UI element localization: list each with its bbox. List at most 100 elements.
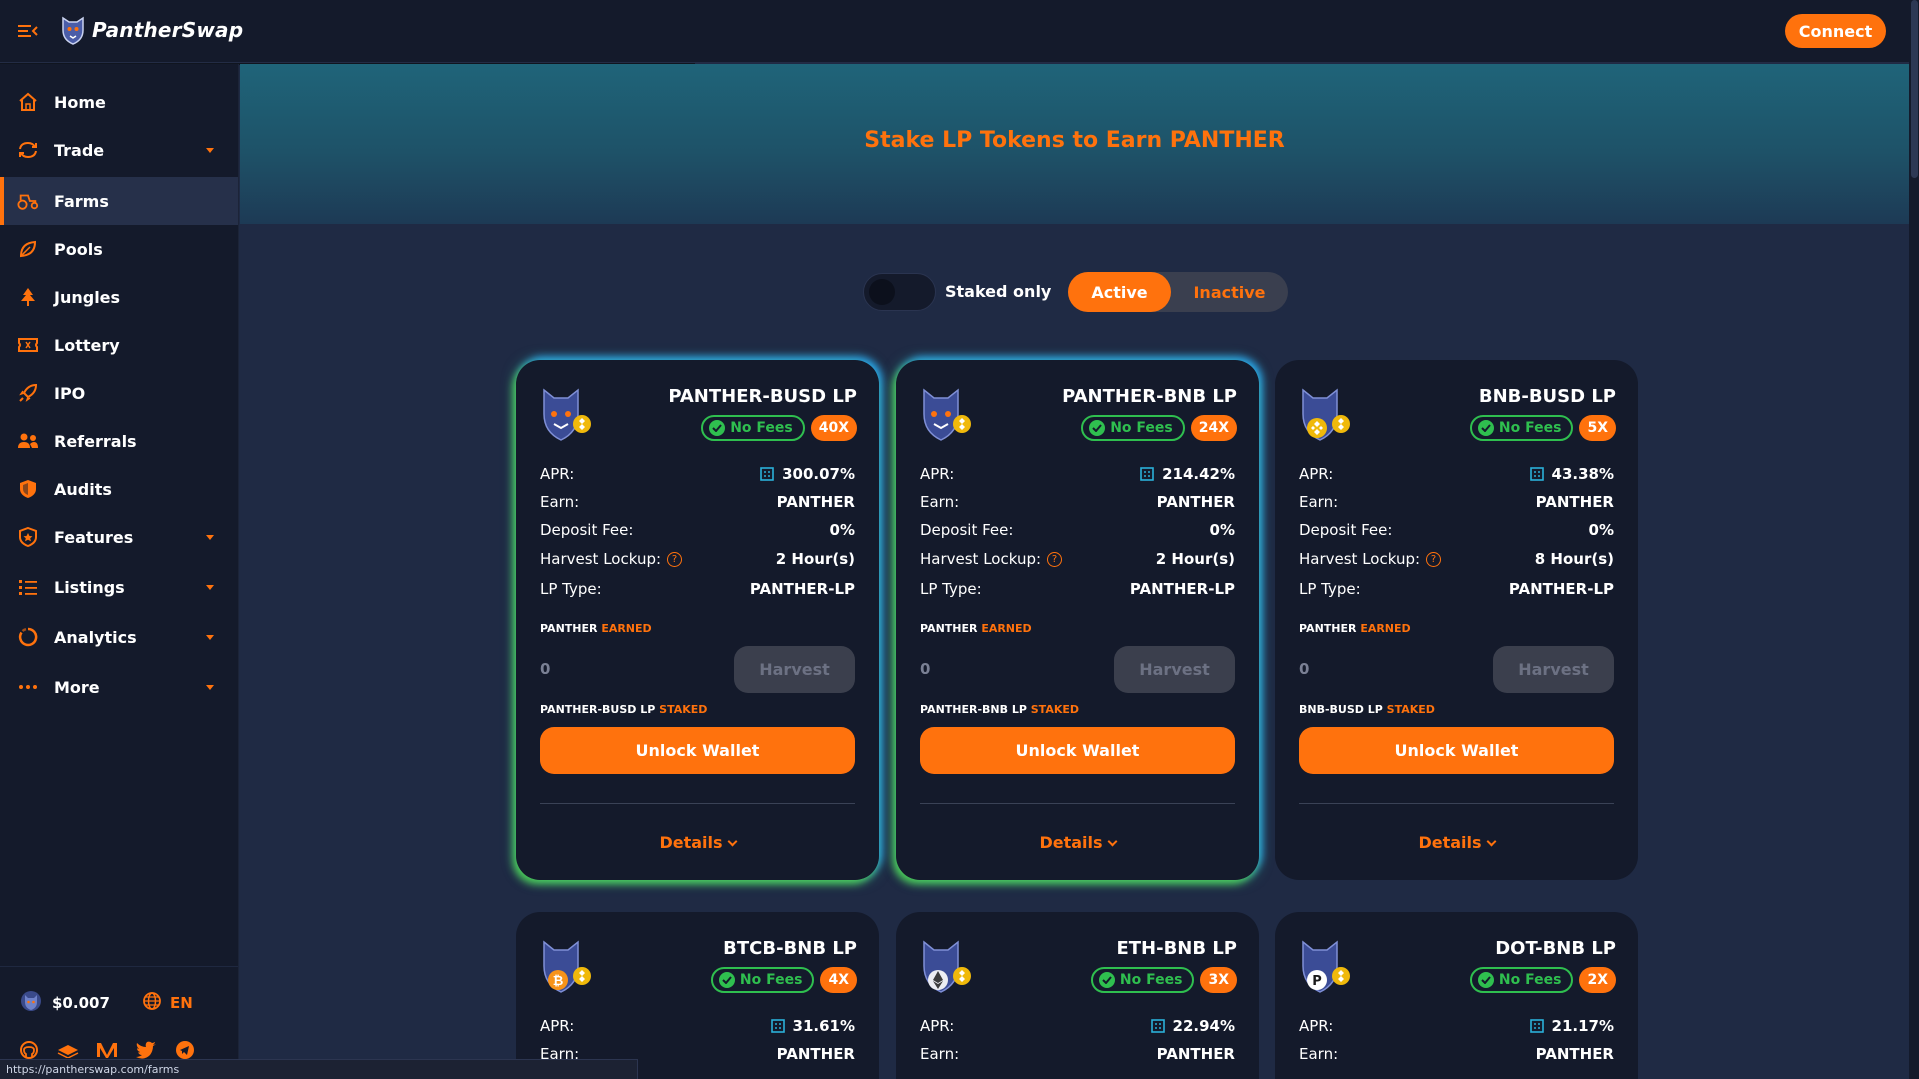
multiplier-badge: 5X bbox=[1579, 415, 1616, 441]
token-price[interactable]: $0.007 bbox=[20, 989, 110, 1017]
chevron-down-icon bbox=[206, 684, 214, 690]
details-toggle[interactable]: Details bbox=[516, 833, 879, 852]
sidebar-item-label: Analytics bbox=[54, 627, 137, 647]
sidebar-item-jungles[interactable]: Jungles bbox=[0, 273, 238, 321]
earn-value: PANTHER bbox=[1535, 493, 1614, 511]
calculator-icon[interactable] bbox=[1150, 1019, 1165, 1033]
panther-token-icon bbox=[20, 989, 42, 1017]
unlock-wallet-button[interactable]: Unlock Wallet bbox=[920, 727, 1235, 774]
calculator-icon[interactable] bbox=[1529, 467, 1544, 481]
earn-value: PANTHER bbox=[1156, 493, 1235, 511]
earned-word: EARNED bbox=[601, 622, 652, 635]
details-label: Details bbox=[659, 833, 723, 852]
lp-type-value: PANTHER-LP bbox=[1508, 580, 1614, 598]
lp-type-label: LP Type: bbox=[1299, 580, 1361, 598]
earn-label: Earn: bbox=[540, 493, 580, 511]
hero-banner: Stake LP Tokens to Earn PANTHER bbox=[240, 64, 1909, 224]
multiplier-badge: 2X bbox=[1579, 967, 1616, 993]
sidebar-item-label: Jungles bbox=[54, 287, 121, 307]
page-scrollbar[interactable] bbox=[1909, 0, 1919, 1079]
staked-token: BNB-BUSD LP bbox=[1299, 703, 1383, 716]
bnb-busd-token-icon bbox=[1297, 384, 1353, 444]
earn-label: Earn: bbox=[920, 1045, 960, 1063]
sidebar: Home Trade Farms Pools Jungles Lottery I… bbox=[0, 64, 239, 1079]
inactive-tab[interactable]: Inactive bbox=[1171, 272, 1288, 312]
sidebar-item-farms[interactable]: Farms bbox=[0, 177, 238, 225]
github-icon[interactable] bbox=[18, 1039, 40, 1061]
sidebar-item-listings[interactable]: Listings bbox=[0, 563, 238, 611]
check-icon bbox=[1098, 972, 1115, 988]
active-inactive-switch: Active Inactive bbox=[1068, 272, 1288, 312]
sidebar-item-ipo[interactable]: IPO bbox=[0, 369, 238, 417]
calculator-icon[interactable] bbox=[760, 467, 774, 481]
help-icon[interactable]: ? bbox=[1047, 551, 1063, 567]
sidebar-item-audits[interactable]: Audits bbox=[0, 465, 238, 513]
help-icon[interactable]: ? bbox=[1426, 551, 1442, 567]
sidebar-item-home[interactable]: Home bbox=[0, 78, 238, 126]
earned-heading: PANTHER EARNED bbox=[920, 622, 1032, 635]
staked-heading: BNB-BUSD LP STAKED bbox=[1299, 703, 1435, 716]
earn-value: PANTHER bbox=[1156, 1045, 1235, 1063]
chevron-down-icon bbox=[1107, 836, 1117, 847]
farm-badges: No Fees 5X bbox=[1469, 415, 1616, 441]
harvest-button[interactable]: Harvest bbox=[1114, 646, 1235, 693]
farm-card: P DOT-BNB LP No Fees 2X APR: 21.17% Earn… bbox=[1275, 912, 1638, 1079]
deposit-fee-value: 0% bbox=[1209, 521, 1235, 539]
brand[interactable]: PantherSwap bbox=[60, 15, 243, 45]
calculator-icon[interactable] bbox=[1529, 1019, 1544, 1033]
sidebar-item-referrals[interactable]: Referrals bbox=[0, 417, 238, 465]
gitbook-icon[interactable] bbox=[57, 1039, 79, 1061]
sidebar-item-label: Features bbox=[54, 527, 134, 547]
farm-title: ETH-BNB LP bbox=[1116, 938, 1237, 959]
farm-title: PANTHER-BUSD LP bbox=[668, 386, 857, 407]
toggle-knob bbox=[869, 279, 895, 305]
eth-bnb-token-icon bbox=[918, 936, 974, 996]
menu-toggle-icon[interactable] bbox=[18, 22, 38, 40]
connect-button[interactable]: Connect bbox=[1785, 14, 1886, 48]
sidebar-item-lottery[interactable]: Lottery bbox=[0, 321, 238, 369]
language-selector[interactable]: EN bbox=[142, 991, 193, 1015]
panther-logo-icon bbox=[60, 15, 86, 45]
earn-row: Earn: PANTHER bbox=[540, 491, 855, 513]
details-toggle[interactable]: Details bbox=[1275, 833, 1638, 852]
sidebar-item-pools[interactable]: Pools bbox=[0, 225, 238, 273]
multiplier-badge: 4X bbox=[820, 967, 857, 993]
earn-row: Earn: PANTHER bbox=[1299, 1043, 1614, 1065]
staked-only-toggle[interactable] bbox=[863, 273, 936, 311]
unlock-wallet-button[interactable]: Unlock Wallet bbox=[1299, 727, 1614, 774]
apr-label: APR: bbox=[1299, 465, 1334, 483]
sidebar-item-analytics[interactable]: Analytics bbox=[0, 613, 238, 661]
unlock-wallet-button[interactable]: Unlock Wallet bbox=[540, 727, 855, 774]
medium-icon[interactable] bbox=[96, 1039, 118, 1061]
staked-token: PANTHER-BNB LP bbox=[920, 703, 1027, 716]
top-bar: PantherSwap Connect bbox=[0, 0, 1909, 63]
active-tab[interactable]: Active bbox=[1068, 272, 1171, 312]
earned-word: EARNED bbox=[1360, 622, 1411, 635]
earn-value: PANTHER bbox=[1535, 1045, 1614, 1063]
help-icon[interactable]: ? bbox=[667, 551, 683, 567]
sidebar-item-trade[interactable]: Trade bbox=[0, 126, 238, 174]
deposit-fee-label: Deposit Fee: bbox=[1299, 521, 1393, 539]
calculator-icon[interactable] bbox=[1140, 467, 1154, 481]
farms-icon bbox=[17, 190, 39, 212]
calculator-icon[interactable] bbox=[770, 1019, 785, 1033]
harvest-button[interactable]: Harvest bbox=[734, 646, 855, 693]
no-fees-badge: No Fees bbox=[1469, 415, 1574, 441]
chevron-down-icon bbox=[206, 147, 214, 153]
apr-row: APR: 214.42% bbox=[920, 463, 1235, 485]
referrals-icon bbox=[17, 430, 39, 452]
scrollbar-thumb[interactable] bbox=[1911, 0, 1918, 178]
sidebar-item-label: IPO bbox=[54, 383, 86, 403]
sidebar-item-more[interactable]: More bbox=[0, 663, 238, 711]
twitter-icon[interactable] bbox=[135, 1039, 157, 1061]
lp-type-value: PANTHER-LP bbox=[749, 580, 855, 598]
details-toggle[interactable]: Details bbox=[896, 833, 1259, 852]
sidebar-item-features[interactable]: Features bbox=[0, 513, 238, 561]
check-icon bbox=[718, 972, 735, 988]
apr-value: 31.61% bbox=[792, 1017, 855, 1035]
check-icon bbox=[1477, 972, 1494, 988]
harvest-button[interactable]: Harvest bbox=[1493, 646, 1614, 693]
telegram-icon[interactable] bbox=[174, 1039, 196, 1061]
sidebar-item-label: Pools bbox=[54, 239, 103, 259]
card-divider bbox=[540, 803, 855, 804]
